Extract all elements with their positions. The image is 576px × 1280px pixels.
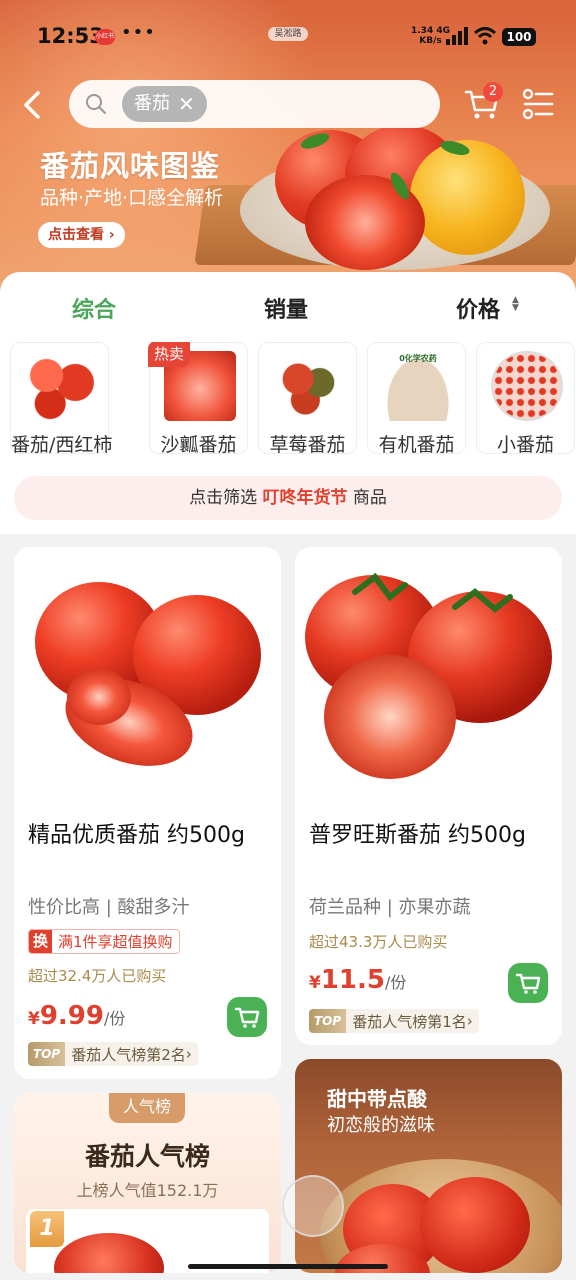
tomato-image bbox=[420, 1177, 530, 1273]
wifi-icon bbox=[473, 27, 497, 45]
top-badge: TOP bbox=[309, 1009, 347, 1033]
price-currency: ¥ bbox=[309, 973, 321, 993]
sort-arrows-icon[interactable]: ▲ ▼ bbox=[512, 296, 519, 313]
cart-count-badge: 2 bbox=[483, 82, 503, 102]
hero-view-button[interactable]: 点击查看 › bbox=[38, 222, 125, 248]
leaderboard-ribbon: 人气榜 bbox=[109, 1093, 185, 1123]
rank-number-badge: 1 bbox=[30, 1211, 64, 1247]
product-card[interactable]: 普罗旺斯番茄 约500g 荷兰品种 | 亦果亦蔬 超过43.3万人已购买 ¥11… bbox=[295, 547, 562, 1045]
network-speed: 1.34 4G KB/s bbox=[411, 26, 450, 46]
category-image bbox=[25, 351, 97, 421]
search-bar[interactable]: 番茄 ✕ bbox=[69, 80, 440, 128]
category-image bbox=[491, 351, 563, 421]
cart-icon bbox=[515, 973, 541, 994]
status-time: 12:53 bbox=[37, 24, 104, 48]
leaderboard-title: 番茄人气榜 bbox=[84, 1142, 210, 1171]
search-icon bbox=[86, 94, 106, 114]
category-image bbox=[273, 351, 345, 421]
chevron-right-icon: › bbox=[185, 1045, 192, 1063]
hero-view-label: 点击查看 bbox=[48, 227, 104, 243]
add-to-cart-button[interactable] bbox=[508, 963, 548, 1003]
promo-card[interactable]: 甜中带点酸 初恋般的滋味 bbox=[295, 1059, 562, 1273]
price-unit: /份 bbox=[385, 973, 407, 992]
promo-text: 满1件享超值换购 bbox=[58, 933, 173, 951]
search-keyword: 番茄 bbox=[134, 93, 170, 114]
add-to-cart-button[interactable] bbox=[227, 997, 267, 1037]
chevron-right-icon: › bbox=[466, 1012, 473, 1030]
product-subtitle: 荷兰品种 | 亦果亦蔬 bbox=[309, 897, 471, 918]
rank-text: 番茄人气榜第1名 bbox=[352, 1012, 467, 1031]
organic-label: 0化学农药 bbox=[399, 354, 437, 363]
category-list: 番茄/西红柿 热卖 沙瓤番茄 草莓番茄 0化学农药 有机番茄 小番茄 bbox=[10, 342, 576, 454]
net-speed-value: 1.34 bbox=[411, 26, 434, 36]
promo-line-1: 甜中带点酸 bbox=[327, 1087, 427, 1111]
festival-filter-bar[interactable]: 点击筛选 叮咚年货节 商品 bbox=[14, 476, 562, 520]
category-image: 0化学农药 bbox=[382, 351, 454, 421]
hero-subtitle: 品种·产地·口感全解析 bbox=[40, 187, 224, 209]
price-value: 9.99 bbox=[39, 1001, 104, 1031]
signal-icon bbox=[446, 27, 468, 45]
status-bar: 12:53 小红书 ••• 吴淞路 1.34 4G KB/s 100 bbox=[0, 0, 576, 72]
price-currency: ¥ bbox=[28, 1009, 40, 1029]
product-price: ¥11.5/份 bbox=[309, 965, 406, 995]
popularity-rank-tag[interactable]: TOP 番茄人气榜第1名 › bbox=[309, 1009, 479, 1033]
product-price: ¥9.99/份 bbox=[28, 1001, 125, 1031]
filter-suffix: 商品 bbox=[352, 488, 387, 508]
watermark-logo bbox=[282, 1175, 344, 1237]
product-image bbox=[305, 572, 552, 779]
price-value: 11.5 bbox=[320, 965, 385, 995]
battery-icon: 100 bbox=[502, 28, 536, 46]
xiaohongshu-app-icon: 小红书 bbox=[95, 29, 115, 45]
category-label: 沙瓤番茄 bbox=[160, 434, 237, 454]
tab-sales[interactable]: 销量 bbox=[264, 292, 308, 324]
sold-count: 超过43.3万人已购买 bbox=[309, 933, 448, 951]
home-indicator bbox=[188, 1264, 388, 1269]
price-unit: /份 bbox=[104, 1009, 126, 1028]
hero-title: 番茄风味图鉴 bbox=[40, 149, 221, 183]
hero-yellow-tomato-image bbox=[410, 140, 525, 255]
category-label: 番茄/西红柿 bbox=[11, 434, 113, 454]
promo-tag-label: 换 bbox=[29, 930, 53, 953]
tab-comprehensive[interactable]: 综合 bbox=[72, 292, 116, 324]
popularity-rank-tag[interactable]: TOP 番茄人气榜第2名 › bbox=[28, 1042, 198, 1066]
top-badge: TOP bbox=[28, 1042, 66, 1066]
hot-sale-badge: 热卖 bbox=[148, 342, 191, 367]
category-item[interactable]: 番茄/西红柿 bbox=[10, 342, 113, 454]
back-arrow-icon[interactable] bbox=[20, 90, 44, 120]
category-label: 有机番茄 bbox=[378, 434, 455, 454]
product-title: 普罗旺斯番茄 约500g bbox=[309, 823, 526, 848]
cart-icon bbox=[234, 1007, 260, 1028]
tab-price[interactable]: 价格 bbox=[456, 292, 500, 324]
dynamic-island-label: 吴淞路 bbox=[268, 27, 308, 41]
leaderboard-subtitle: 上榜人气值152.1万 bbox=[76, 1181, 219, 1200]
leaderboard-card[interactable]: 人气榜 番茄人气榜 上榜人气值152.1万 1 bbox=[14, 1093, 281, 1273]
sold-count: 超过32.4万人已购买 bbox=[28, 967, 167, 985]
category-item[interactable]: 0化学农药 有机番茄 bbox=[367, 342, 466, 454]
category-item[interactable]: 草莓番茄 bbox=[258, 342, 357, 454]
chevron-right-icon: › bbox=[108, 227, 115, 243]
category-item[interactable]: 小番茄 bbox=[476, 342, 575, 454]
close-icon[interactable]: ✕ bbox=[178, 86, 195, 122]
category-label: 草莓番茄 bbox=[269, 434, 346, 454]
exchange-promo-tag: 换 满1件享超值换购 bbox=[28, 929, 180, 954]
promo-line-2: 初恋般的滋味 bbox=[327, 1115, 435, 1136]
rank-text: 番茄人气榜第2名 bbox=[71, 1045, 186, 1064]
product-image bbox=[35, 582, 261, 766]
category-item[interactable]: 热卖 沙瓤番茄 bbox=[148, 342, 248, 454]
product-title: 精品优质番茄 约500g bbox=[28, 823, 245, 848]
net-speed-unit: KB/s bbox=[419, 36, 442, 46]
search-keyword-chip[interactable]: 番茄 ✕ bbox=[122, 86, 207, 122]
filter-prefix: 点击筛选 bbox=[189, 488, 258, 508]
product-card[interactable]: 精品优质番茄 约500g 性价比高 | 酸甜多汁 换 满1件享超值换购 超过32… bbox=[14, 547, 281, 1079]
filter-highlight: 叮咚年货节 bbox=[262, 488, 348, 508]
filter-sheet: 综合 销量 价格 ▲ ▼ 番茄/西红柿 热卖 沙瓤番茄 草莓番茄 0化学农药 有机… bbox=[0, 272, 576, 534]
product-subtitle: 性价比高 | 酸甜多汁 bbox=[28, 897, 190, 918]
list-menu-icon[interactable] bbox=[522, 88, 554, 120]
more-notifications-icon: ••• bbox=[121, 22, 156, 43]
category-label: 小番茄 bbox=[496, 434, 554, 454]
